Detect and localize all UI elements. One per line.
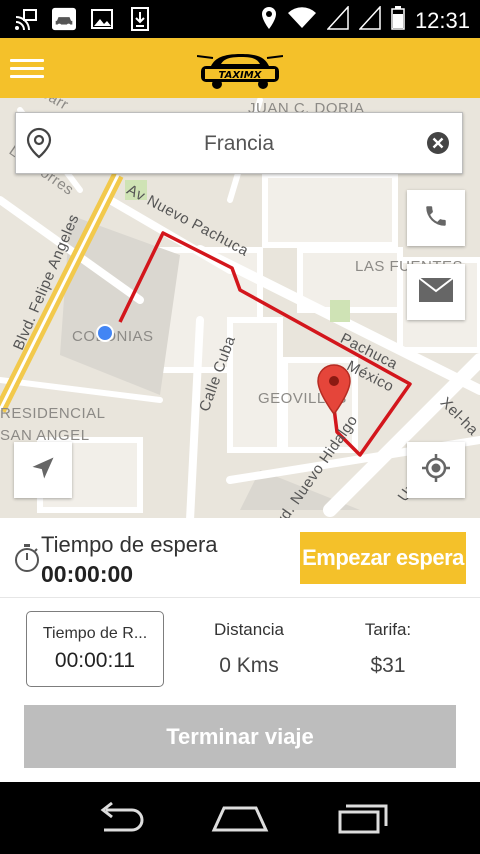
- status-time: 12:31: [414, 7, 470, 33]
- battery-icon: [391, 6, 405, 35]
- divider: [0, 597, 480, 598]
- taxi-logo: TAXIMX: [196, 48, 284, 90]
- map-label: RESIDENCIAL: [0, 405, 106, 422]
- location-icon: [261, 6, 277, 35]
- stopwatch-icon: [14, 543, 40, 573]
- download-icon: [128, 7, 152, 31]
- back-icon[interactable]: [90, 800, 150, 836]
- phone-icon: [423, 203, 449, 234]
- svg-text:TAXIMX: TAXIMX: [219, 70, 263, 81]
- signal-icon: [326, 5, 349, 35]
- search-box[interactable]: Francia: [15, 112, 463, 174]
- image-icon: [90, 7, 114, 31]
- end-trip-button[interactable]: Terminar viaje: [24, 705, 456, 768]
- wait-time: 00:00:00: [41, 561, 134, 587]
- navigation-bar: [0, 782, 480, 854]
- my-location-icon: [420, 452, 452, 489]
- distance-value: 0 Kms: [219, 654, 279, 677]
- wifi-icon: [287, 7, 317, 34]
- trip-time-box: Tiempo de R... 00:00:11: [26, 611, 164, 687]
- trip-time-label: Tiempo de R...: [42, 625, 148, 642]
- email-icon: [418, 276, 454, 308]
- taxi-notification-icon: [52, 7, 76, 31]
- search-input[interactable]: Francia: [16, 132, 462, 156]
- email-button[interactable]: [407, 264, 465, 320]
- home-icon[interactable]: [210, 800, 270, 836]
- fare-value: $31: [370, 654, 406, 677]
- status-bar: 12:31: [0, 0, 480, 38]
- my-location-button[interactable]: [407, 442, 465, 498]
- fare-label: Tarifa:: [364, 620, 412, 639]
- destination-marker-icon: [316, 364, 352, 416]
- fare-stat: Tarifa: $31: [338, 620, 438, 678]
- signal-icon: [358, 5, 381, 35]
- start-wait-button[interactable]: Empezar espera: [300, 532, 466, 584]
- navigation-arrow-icon: [29, 454, 57, 487]
- app-bar: TAXIMX: [0, 38, 480, 98]
- wait-label: Tiempo de espera: [41, 532, 218, 557]
- phone-button[interactable]: [407, 190, 465, 246]
- cast-icon: [14, 7, 38, 31]
- clear-icon[interactable]: [426, 131, 450, 155]
- distance-label: Distancia: [214, 620, 284, 639]
- trip-time-value: 00:00:11: [54, 649, 136, 672]
- recents-icon[interactable]: [332, 800, 392, 836]
- distance-stat: Distancia 0 Kms: [195, 620, 303, 678]
- hamburger-icon[interactable]: [10, 54, 44, 82]
- current-location-dot: [96, 324, 114, 342]
- navigate-button[interactable]: [14, 442, 72, 498]
